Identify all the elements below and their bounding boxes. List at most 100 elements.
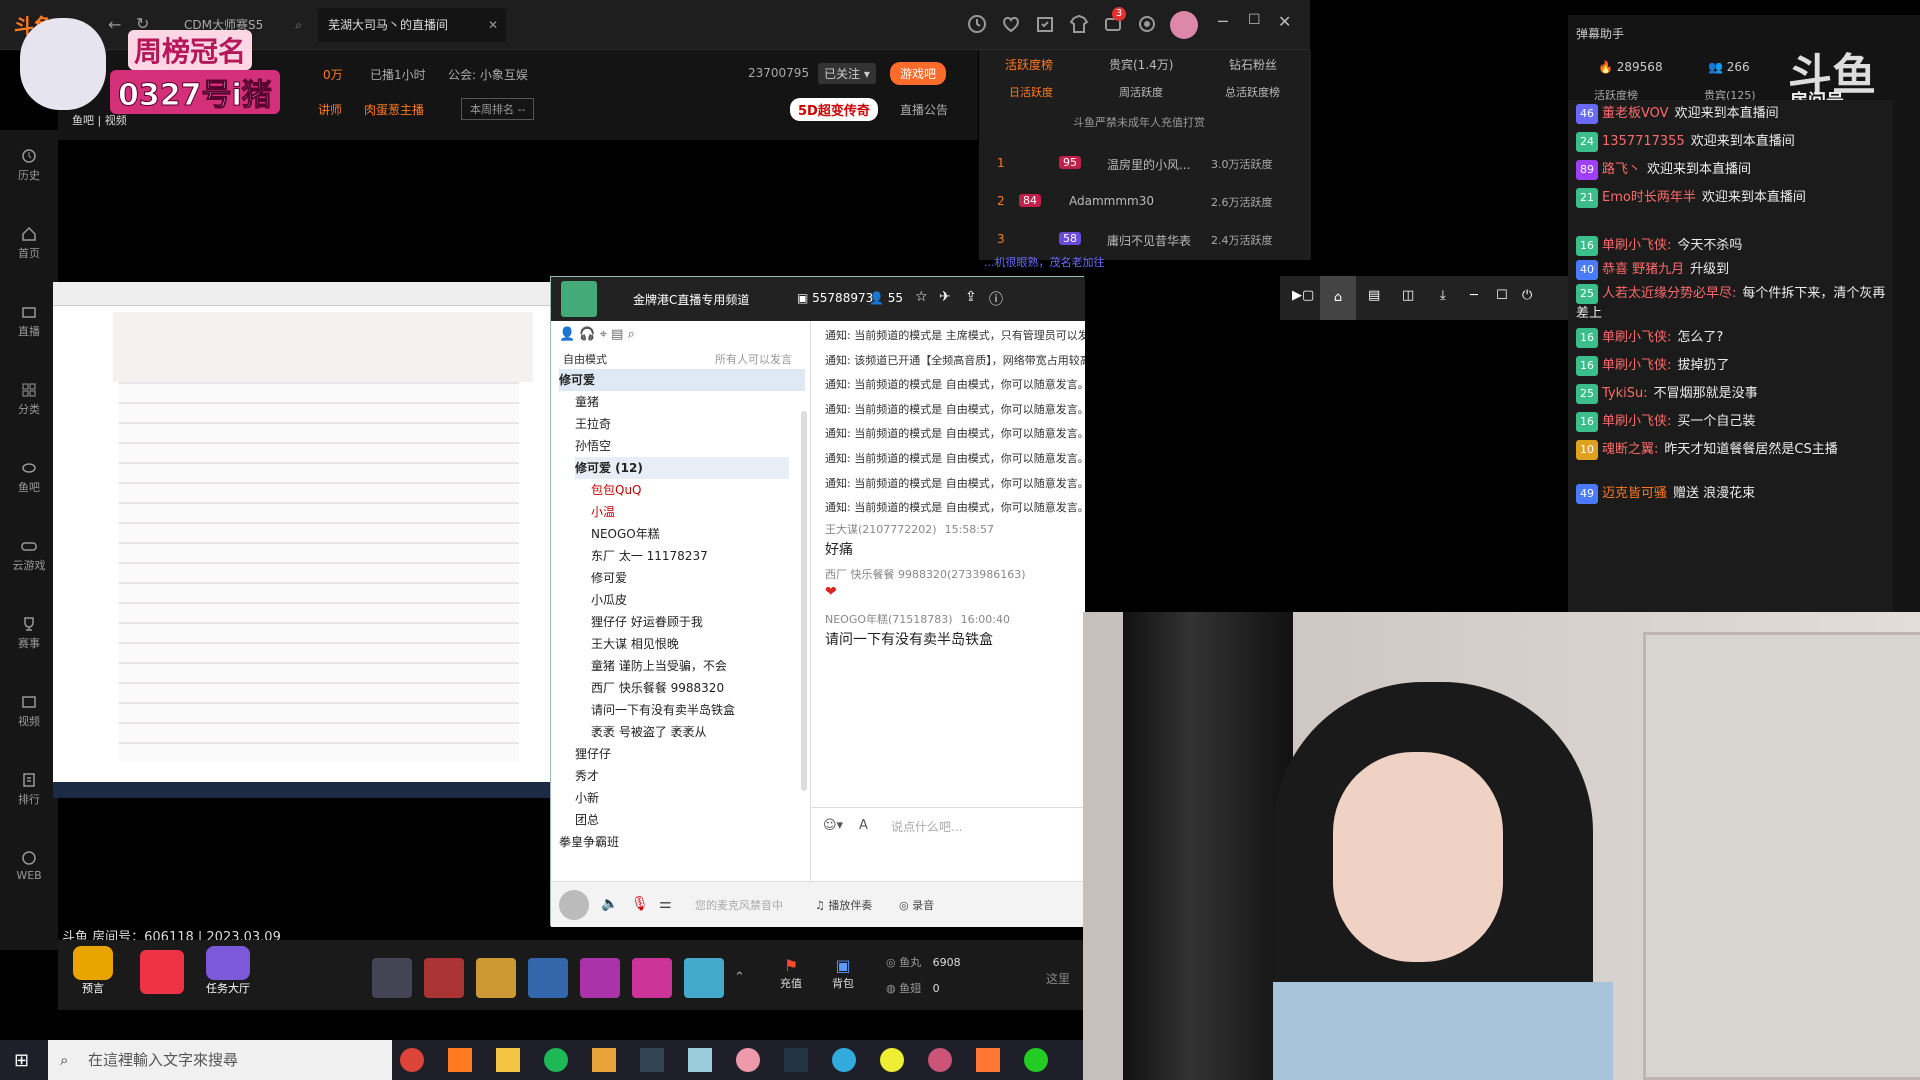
tree-item[interactable]: 孙悟空 bbox=[575, 435, 611, 457]
tree-item[interactable]: 袤袤 号被盗了 袤袤从 bbox=[591, 721, 707, 743]
settings-icon[interactable] bbox=[1136, 13, 1158, 35]
tree-item[interactable]: 修可爱 bbox=[591, 567, 627, 589]
guild-label[interactable]: 公会: 小象互娱 bbox=[448, 66, 528, 83]
danmaku-item[interactable]: 40 恭喜 野猪九月 升级到 bbox=[1576, 260, 1888, 280]
subtab-total[interactable]: 总活跃度榜 bbox=[1225, 84, 1280, 100]
game-badge[interactable]: 5D超变传奇 bbox=[790, 98, 878, 121]
app-icon[interactable] bbox=[784, 1048, 808, 1072]
danmaku-item[interactable]: 16 单刷小飞侠: 今天不杀吗 bbox=[1576, 236, 1888, 256]
tree-item[interactable]: NEOGO年糕 bbox=[591, 523, 660, 545]
list-icon[interactable]: ▤ bbox=[1368, 288, 1380, 303]
gift-item-6[interactable] bbox=[632, 958, 672, 998]
nav-history[interactable]: 历史 bbox=[0, 148, 58, 183]
subtab-daily[interactable]: 日活跃度 bbox=[1009, 84, 1053, 100]
app-icon[interactable] bbox=[736, 1048, 760, 1072]
weekly-rank-button[interactable]: 本周排名 -- bbox=[461, 98, 535, 120]
windows-start-icon[interactable]: ⊞ bbox=[14, 1050, 29, 1071]
tree-item[interactable]: 王拉奇 bbox=[575, 413, 611, 435]
app-icon[interactable] bbox=[688, 1048, 712, 1072]
chat-input[interactable]: 说点什么吧... bbox=[891, 818, 962, 835]
nav-live[interactable]: 直播 bbox=[0, 304, 58, 339]
message-user[interactable]: NEOGO年糕(71518783) 16:00:40 bbox=[825, 611, 1010, 627]
download-icon[interactable]: ⤓ bbox=[1440, 288, 1446, 303]
danmaku-item[interactable]: 25 人若太近缘分势必早尽: 每个件拆下来，清个灰再差上 bbox=[1576, 284, 1888, 324]
gift-item-7[interactable] bbox=[684, 958, 724, 998]
follow-button[interactable]: 已关注 ▾ bbox=[818, 63, 876, 84]
nav-fishbar[interactable]: 鱼吧 bbox=[0, 460, 58, 495]
tree-item[interactable]: 拳皇争霸班 bbox=[559, 831, 619, 853]
tree-item[interactable]: 狸仔仔 bbox=[575, 743, 611, 765]
maximize-icon[interactable]: ☐ bbox=[1496, 288, 1508, 303]
danmaku-item[interactable]: 89 路飞丶 欢迎来到本直播间 bbox=[1576, 160, 1888, 180]
chrome-icon[interactable] bbox=[400, 1048, 424, 1072]
spotify-icon[interactable] bbox=[544, 1048, 568, 1072]
app-icon[interactable] bbox=[928, 1048, 952, 1072]
close-icon[interactable]: ✕ bbox=[488, 8, 498, 42]
accompany-button[interactable]: ♫ 播放伴奏 bbox=[815, 897, 872, 913]
tree-item[interactable]: 小温 bbox=[591, 501, 615, 523]
tree-item[interactable]: 王大谋 相见恨晚 bbox=[591, 633, 679, 655]
tree-item[interactable]: 西厂 快乐餐餐 9988320 bbox=[591, 677, 724, 699]
tab-activity[interactable]: 活跃度榜 bbox=[1005, 56, 1053, 73]
steam-icon[interactable] bbox=[640, 1048, 664, 1072]
translate-icon[interactable]: A bbox=[859, 818, 868, 833]
message-user[interactable]: 西厂 快乐餐餐 9988320(2733986163) bbox=[825, 566, 1034, 582]
info-icon[interactable]: ⓘ bbox=[989, 289, 1003, 309]
prophecy-button[interactable]: 预言 bbox=[68, 946, 118, 1004]
gift-item-4[interactable] bbox=[528, 958, 568, 998]
danmaku-item[interactable]: 16 单刷小飞侠: 怎么了? bbox=[1576, 328, 1888, 348]
mic-icon[interactable]: 🎙 bbox=[631, 896, 649, 912]
history-icon[interactable] bbox=[966, 13, 988, 35]
danmaku-item[interactable]: 21 Emo时长两年半 欢迎来到本直播间 bbox=[1576, 188, 1888, 208]
self-avatar[interactable] bbox=[559, 890, 589, 920]
shirt-icon[interactable] bbox=[1068, 13, 1090, 35]
tree-item[interactable]: 童猪 谨防上当受骗，不会 bbox=[591, 655, 727, 677]
location-icon[interactable]: ⌖ bbox=[600, 327, 607, 342]
danmaku-item[interactable]: 49 迈克皆可骚 赠送 浪漫花束 bbox=[1576, 484, 1888, 504]
folder-icon[interactable] bbox=[496, 1048, 520, 1072]
rank-row[interactable]: 1 95 温房里的小风... 3.0万活跃度 bbox=[979, 150, 1311, 182]
nav-video[interactable]: 视频 bbox=[0, 694, 58, 729]
app-icon[interactable] bbox=[976, 1048, 1000, 1072]
tree-item[interactable]: 包包QuQ bbox=[591, 479, 642, 501]
message-user[interactable]: 王大谋(2107772202) 15:58:57 bbox=[825, 521, 994, 537]
gift-item-5[interactable] bbox=[580, 958, 620, 998]
chevron-up-icon[interactable]: ⌃ bbox=[734, 970, 745, 985]
tree-item[interactable]: 东厂 太一 11178237 bbox=[591, 545, 708, 567]
danmaku-item[interactable]: 46 董老板VOV 欢迎来到本直播间 bbox=[1576, 104, 1888, 124]
headset-icon[interactable]: 🎧 bbox=[579, 327, 595, 342]
emoji-icon[interactable]: ☺▾ bbox=[823, 818, 843, 833]
game-bar-button[interactable]: 游戏吧 bbox=[890, 62, 947, 85]
gift-item-2[interactable] bbox=[424, 958, 464, 998]
task-hall-button[interactable]: 任务大厅 bbox=[198, 946, 258, 1004]
channel-avatar[interactable] bbox=[561, 281, 597, 317]
recharge-button[interactable]: ⚑ 充值 bbox=[780, 956, 802, 991]
danmaku-item[interactable]: 16 单刷小飞侠: 买一个自己装 bbox=[1576, 412, 1888, 432]
wechat-icon[interactable] bbox=[1024, 1048, 1048, 1072]
gift-item-3[interactable] bbox=[476, 958, 516, 998]
tree-item[interactable]: 团总 bbox=[575, 809, 599, 831]
gamepad-icon[interactable]: ◫ bbox=[1402, 288, 1414, 303]
nav-web[interactable]: WEB bbox=[0, 850, 58, 882]
app-icon[interactable] bbox=[880, 1048, 904, 1072]
tree-scrollbar[interactable] bbox=[801, 411, 807, 791]
nav-category[interactable]: 分类 bbox=[0, 382, 58, 417]
minimize-icon[interactable]: ─ bbox=[1218, 12, 1228, 31]
equalizer-icon[interactable]: ⚌ bbox=[659, 896, 672, 912]
tree-item[interactable]: 小新 bbox=[575, 787, 599, 809]
tree-item[interactable]: 修可爱 bbox=[559, 369, 805, 391]
nav-ranking[interactable]: 排行 bbox=[0, 772, 58, 807]
minimize-icon[interactable]: ─ bbox=[1470, 288, 1478, 303]
speaker-icon[interactable]: 🔈 bbox=[601, 896, 618, 912]
danmaku-item[interactable]: 16 单刷小飞侠: 拔掉扔了 bbox=[1576, 356, 1888, 376]
gift-item-1[interactable] bbox=[372, 958, 412, 998]
rank-row[interactable]: 2 84 Adammmm30 2.6万活跃度 bbox=[979, 188, 1311, 220]
star-icon[interactable]: ☆ bbox=[915, 289, 928, 305]
plane-icon[interactable]: ✈ bbox=[939, 289, 951, 305]
nav-esports[interactable]: 赛事 bbox=[0, 616, 58, 651]
tree-item[interactable]: 小瓜皮 bbox=[591, 589, 627, 611]
nav-cloudgame[interactable]: 云游戏 bbox=[0, 538, 58, 573]
gift-box-icon[interactable] bbox=[140, 950, 184, 994]
user-icon[interactable]: 👤 bbox=[559, 327, 575, 342]
tab-diamond[interactable]: 钻石粉丝 bbox=[1229, 56, 1277, 73]
